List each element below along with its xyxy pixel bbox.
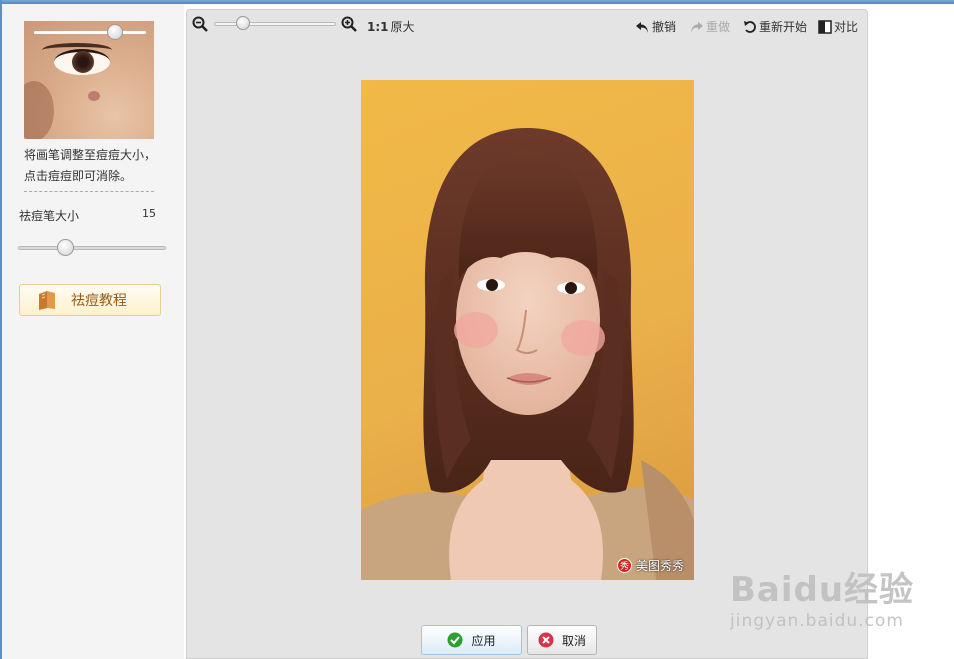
restart-label: 重新开始: [759, 20, 808, 34]
redo-icon: [691, 21, 703, 33]
edited-photo[interactable]: 秀 美图秀秀: [361, 80, 694, 580]
compare-button[interactable]: 对比: [818, 18, 858, 35]
zoom-in-icon[interactable]: [341, 16, 357, 32]
tutorial-button-label: 祛痘教程: [71, 293, 127, 309]
zoom-slider-handle[interactable]: [236, 16, 250, 30]
tutorial-button[interactable]: 祛痘教程: [19, 284, 161, 316]
portrait-image: [361, 128, 694, 580]
site-watermark-url: jingyan.baidu.com: [730, 611, 904, 631]
site-watermark-brand: Baidu经验: [730, 570, 915, 610]
actual-size-ratio: 1:1: [367, 20, 389, 34]
canvas-area: 1:1 原大 撤销 重做 重新开始 对比 秀 美图秀秀 应用 取消: [186, 9, 868, 659]
redo-button[interactable]: 重做: [689, 18, 730, 35]
preview-acne-spot: [88, 91, 100, 101]
preview-iris: [72, 51, 94, 73]
restart-icon: [744, 20, 756, 33]
compare-label: 对比: [834, 20, 859, 34]
redo-label: 重做: [706, 20, 731, 34]
site-watermark: Baidu经验 jingyan.baidu.com: [730, 570, 920, 632]
right-margin: [868, 4, 954, 659]
brush-preview: [24, 21, 154, 139]
brush-size-value: 15: [142, 207, 156, 220]
photo-watermark: 秀 美图秀秀: [616, 557, 684, 574]
cancel-button[interactable]: 取消: [527, 625, 597, 655]
apply-button[interactable]: 应用: [421, 625, 522, 655]
book-icon: [39, 291, 55, 310]
restart-button[interactable]: 重新开始: [743, 18, 807, 35]
actual-size-label: 原大: [390, 20, 415, 34]
undo-button[interactable]: 撤销: [635, 18, 676, 35]
photo-watermark-text: 美图秀秀: [635, 559, 684, 573]
actual-size-button[interactable]: 1:1 原大: [367, 18, 415, 35]
brush-size-slider[interactable]: [18, 246, 166, 250]
close-icon: [538, 632, 554, 648]
instruction-text: 将画笔调整至痘痘大小， 点击痘痘即可消除。: [24, 145, 174, 187]
meitu-logo-icon: 秀: [616, 558, 632, 573]
cancel-label: 取消: [561, 633, 586, 648]
undo-icon: [636, 21, 648, 33]
preview-slider-track[interactable]: [34, 31, 146, 34]
canvas-toolbar: 1:1 原大 撤销 重做 重新开始 对比: [187, 10, 867, 42]
brush-size-slider-handle[interactable]: [57, 239, 74, 256]
preview-cheek: [24, 81, 54, 139]
brush-size-label: 祛痘笔大小: [19, 209, 80, 223]
compare-icon: [818, 19, 832, 34]
divider: [24, 191, 154, 192]
check-icon: [447, 632, 463, 648]
zoom-slider[interactable]: [214, 22, 336, 26]
zoom-out-icon[interactable]: [192, 16, 208, 32]
instruction-line-1: 将画笔调整至痘痘大小，: [24, 148, 157, 162]
undo-label: 撤销: [652, 20, 677, 34]
preview-slider-knob[interactable]: [107, 24, 123, 40]
apply-label: 应用: [471, 633, 496, 648]
instruction-line-2: 点击痘痘即可消除。: [24, 169, 133, 183]
